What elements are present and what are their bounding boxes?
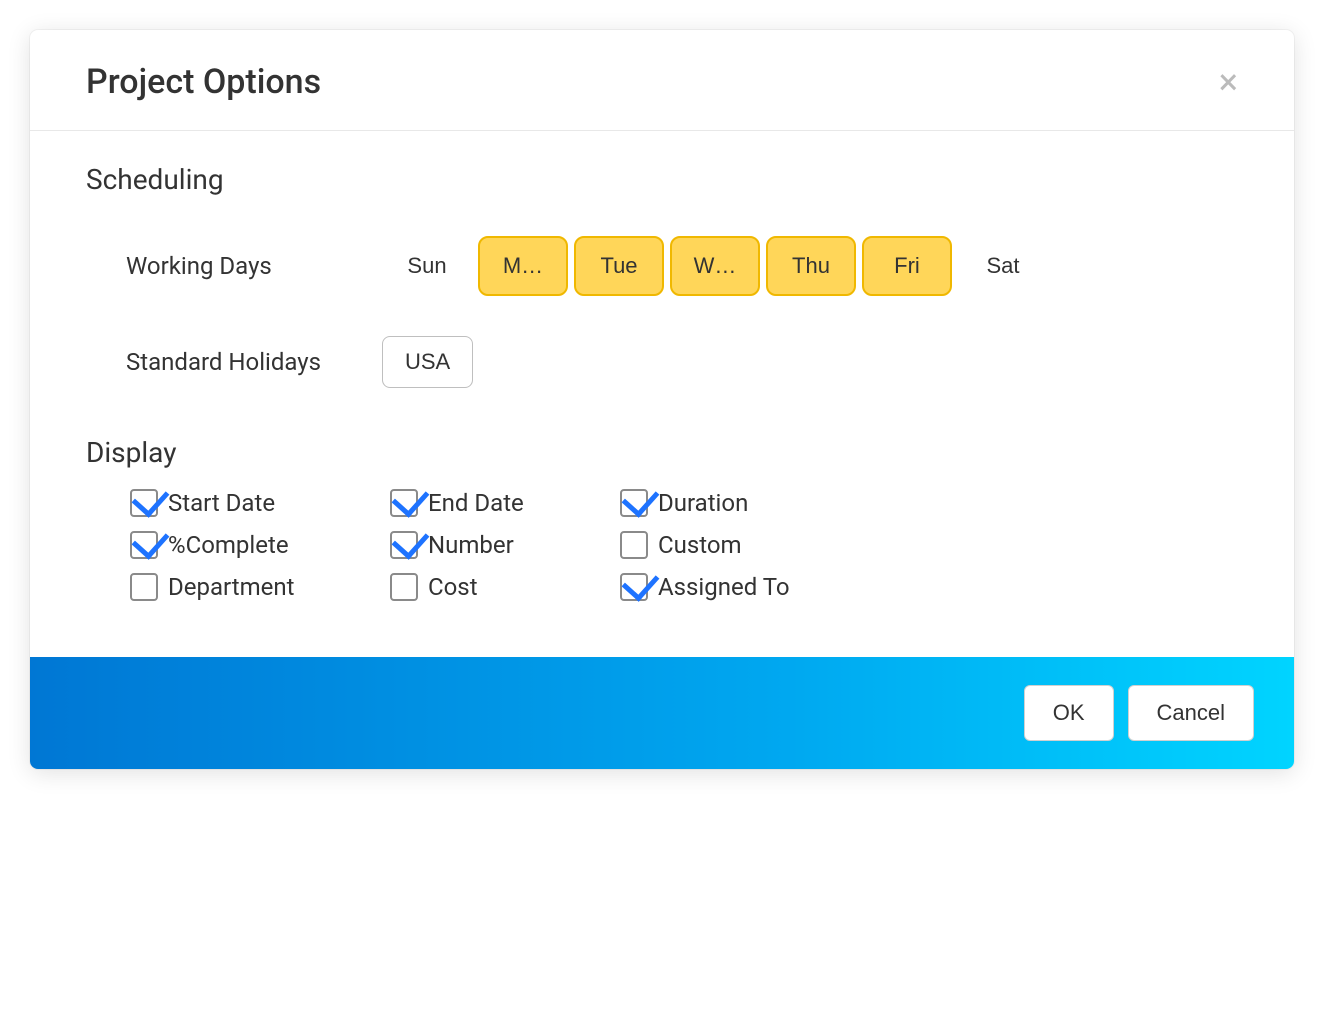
dialog-body: Scheduling Working Days SunM…TueW…ThuFri… (30, 131, 1294, 657)
display-option-end-date[interactable]: End Date (390, 489, 620, 517)
display-option-department[interactable]: Department (130, 573, 390, 601)
checkbox-label-number: Number (428, 531, 514, 559)
close-icon[interactable]: × (1219, 64, 1238, 100)
working-days-toggle-group: SunM…TueW…ThuFriSat (382, 236, 1048, 296)
checkbox-duration[interactable] (620, 489, 648, 517)
dialog-footer: OK Cancel (30, 657, 1294, 769)
checkbox-end-date[interactable] (390, 489, 418, 517)
day-toggle-tue[interactable]: Tue (574, 236, 664, 296)
display-option-cost[interactable]: Cost (390, 573, 620, 601)
checkbox-label-assigned-to: Assigned To (658, 573, 790, 601)
dialog-header: Project Options × (30, 30, 1294, 131)
day-toggle-sat[interactable]: Sat (958, 236, 1048, 296)
display-option-duration[interactable]: Duration (620, 489, 880, 517)
working-days-label: Working Days (126, 252, 382, 280)
display-option-number[interactable]: Number (390, 531, 620, 559)
checkbox-label-duration: Duration (658, 489, 748, 517)
dialog-title: Project Options (86, 62, 321, 102)
checkbox-label-complete: %Complete (168, 531, 289, 559)
project-options-dialog: Project Options × Scheduling Working Day… (30, 30, 1294, 769)
display-option-assigned-to[interactable]: Assigned To (620, 573, 880, 601)
checkbox-label-cost: Cost (428, 573, 478, 601)
working-days-row: Working Days SunM…TueW…ThuFriSat (86, 236, 1238, 296)
checkbox-label-end-date: End Date (428, 489, 524, 517)
scheduling-heading: Scheduling (86, 163, 1238, 196)
day-toggle-fri[interactable]: Fri (862, 236, 952, 296)
day-toggle-wed[interactable]: W… (670, 236, 760, 296)
cancel-button[interactable]: Cancel (1128, 685, 1254, 741)
checkbox-custom[interactable] (620, 531, 648, 559)
standard-holidays-select[interactable]: USA (382, 336, 473, 388)
display-option-complete[interactable]: %Complete (130, 531, 390, 559)
display-option-custom[interactable]: Custom (620, 531, 880, 559)
ok-button[interactable]: OK (1024, 685, 1114, 741)
checkbox-cost[interactable] (390, 573, 418, 601)
day-toggle-thu[interactable]: Thu (766, 236, 856, 296)
checkbox-label-department: Department (168, 573, 294, 601)
checkbox-start-date[interactable] (130, 489, 158, 517)
display-heading: Display (86, 436, 1238, 469)
checkbox-number[interactable] (390, 531, 418, 559)
display-options-grid: Start Date End Date Duration %Complete Numbe… (86, 489, 1238, 601)
day-toggle-sun[interactable]: Sun (382, 236, 472, 296)
display-option-start-date[interactable]: Start Date (130, 489, 390, 517)
standard-holidays-row: Standard Holidays USA (86, 336, 1238, 388)
checkbox-complete[interactable] (130, 531, 158, 559)
checkbox-department[interactable] (130, 573, 158, 601)
standard-holidays-label: Standard Holidays (126, 348, 382, 376)
day-toggle-mon[interactable]: M… (478, 236, 568, 296)
checkbox-label-custom: Custom (658, 531, 742, 559)
checkbox-label-start-date: Start Date (168, 489, 275, 517)
checkbox-assigned-to[interactable] (620, 573, 648, 601)
